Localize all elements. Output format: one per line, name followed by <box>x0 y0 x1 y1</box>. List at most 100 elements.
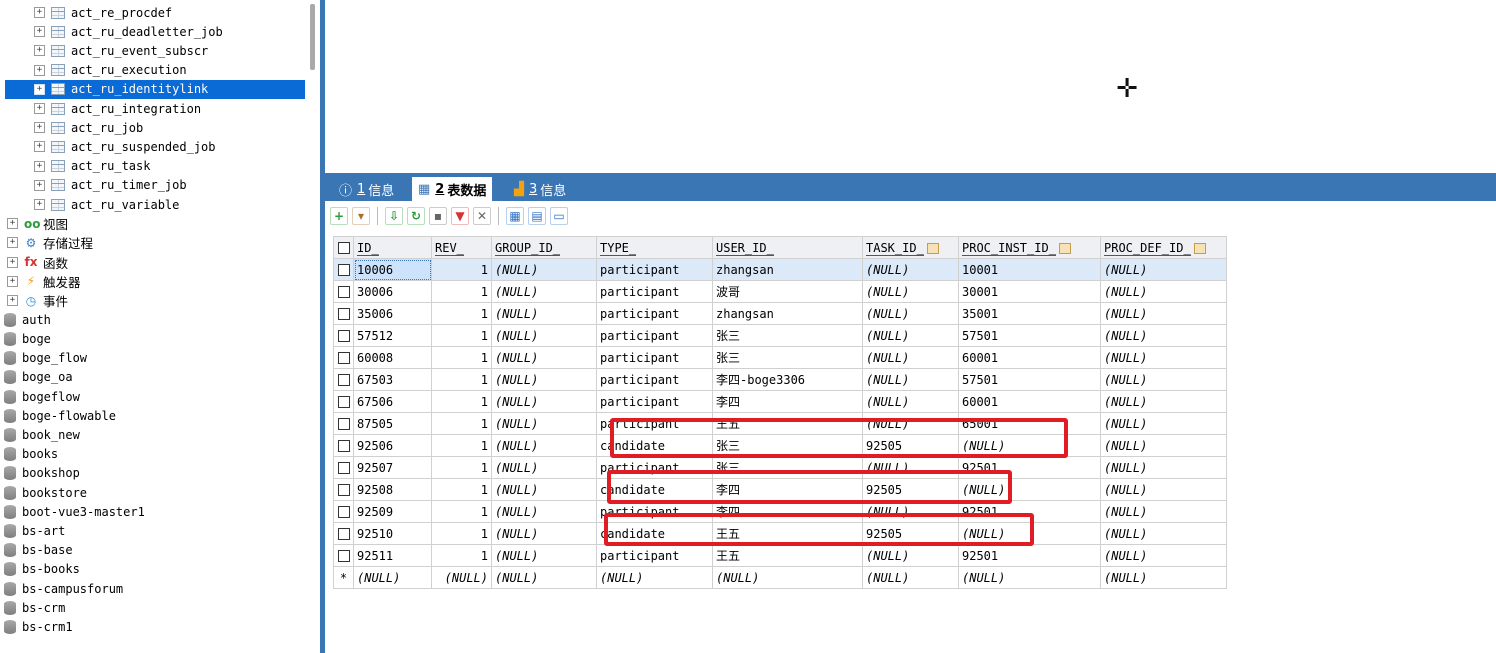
table-cell[interactable]: 92501 <box>958 500 1101 523</box>
table-cell[interactable]: participant <box>596 456 713 479</box>
table-cell[interactable]: 张三 <box>712 434 863 457</box>
table-cell[interactable]: 35001 <box>958 302 1101 325</box>
table-cell[interactable]: 35006 <box>353 302 432 325</box>
table-cell[interactable]: 王五 <box>712 544 863 567</box>
table-cell[interactable]: 1 <box>431 280 492 303</box>
table-cell[interactable]: (NULL) <box>1100 522 1227 545</box>
table-cell[interactable]: 1 <box>431 390 492 413</box>
table-cell[interactable]: participant <box>596 544 713 567</box>
column-header[interactable]: REV_ <box>431 236 492 259</box>
text-view-button[interactable]: ▭ <box>550 207 568 225</box>
table-cell[interactable]: 李四 <box>712 478 863 501</box>
table-cell[interactable]: 张三 <box>712 346 863 369</box>
table-cell[interactable]: 10006 <box>353 258 432 281</box>
table-cell[interactable]: (NULL) <box>862 280 959 303</box>
table-cell[interactable]: participant <box>596 258 713 281</box>
table-cell[interactable]: (NULL) <box>1100 434 1227 457</box>
navigator-database-item[interactable]: boge-flowable <box>4 406 116 425</box>
navigator-table-item[interactable]: + act_ru_deadletter_job <box>34 22 223 41</box>
table-cell[interactable]: (NULL) <box>958 478 1101 501</box>
table-cell[interactable]: zhangsan <box>712 302 863 325</box>
table-cell[interactable]: zhangsan <box>712 258 863 281</box>
navigator-database-item[interactable]: bs-crm1 <box>4 617 73 636</box>
row-checkbox[interactable] <box>333 346 354 369</box>
table-cell[interactable]: participant <box>596 500 713 523</box>
tab-1[interactable]: ⓘ 1 信息 <box>333 177 400 201</box>
column-header[interactable]: TASK_ID_ <box>862 236 959 259</box>
table-cell[interactable]: 王五 <box>712 522 863 545</box>
table-cell[interactable]: 92509 <box>353 500 432 523</box>
expand-icon[interactable]: + <box>34 179 45 191</box>
table-cell[interactable]: 92501 <box>958 544 1101 567</box>
table-cell[interactable]: 57501 <box>958 368 1101 391</box>
table-cell[interactable]: 30001 <box>958 280 1101 303</box>
table-cell[interactable]: (NULL) <box>862 368 959 391</box>
table-row[interactable]: 10006 1 (NULL) participant zhangsan (NULL) 100… <box>333 258 1227 281</box>
navigator-scrollbar[interactable] <box>310 4 315 70</box>
column-header[interactable]: GROUP_ID_ <box>491 236 597 259</box>
table-cell[interactable]: 张三 <box>712 324 863 347</box>
navigator-category-item[interactable]: + fx 函数 <box>7 253 68 272</box>
table-cell[interactable]: 60008 <box>353 346 432 369</box>
table-cell[interactable]: 92507 <box>353 456 432 479</box>
table-cell[interactable]: 1 <box>431 478 492 501</box>
row-checkbox[interactable] <box>333 390 354 413</box>
column-header[interactable]: ID_ <box>353 236 432 259</box>
table-cell[interactable]: 67503 <box>353 368 432 391</box>
refresh-button[interactable]: ↻ <box>407 207 425 225</box>
import-button[interactable]: ⇩ <box>385 207 403 225</box>
table-cell[interactable]: 92508 <box>353 478 432 501</box>
navigator-database-item[interactable]: auth <box>4 310 51 329</box>
expand-icon[interactable]: + <box>7 237 18 249</box>
navigator-database-item[interactable]: book_new <box>4 425 80 444</box>
table-cell[interactable]: 1 <box>431 258 492 281</box>
expand-icon[interactable]: + <box>7 256 18 268</box>
table-cell[interactable]: (NULL) <box>353 566 432 589</box>
navigator-table-item[interactable]: + act_ru_job <box>34 118 143 137</box>
table-row[interactable]: 92510 1 (NULL) candidate 王五 92505 (NULL) (NULL) <box>333 522 1227 545</box>
table-cell[interactable]: 1 <box>431 412 492 435</box>
table-cell[interactable]: 30006 <box>353 280 432 303</box>
table-cell[interactable]: 92505 <box>862 522 959 545</box>
grid-view-button[interactable]: ▦ <box>506 207 524 225</box>
table-cell[interactable]: participant <box>596 368 713 391</box>
row-checkbox[interactable] <box>333 500 354 523</box>
column-header[interactable]: PROC_DEF_ID_ <box>1100 236 1227 259</box>
table-cell[interactable]: (NULL) <box>1100 390 1227 413</box>
navigator-database-item[interactable]: bookshop <box>4 464 80 483</box>
table-row[interactable]: 92509 1 (NULL) participant 李四 (NULL) 92501 (NUL… <box>333 500 1227 523</box>
export-dropdown-button[interactable]: ▾ <box>352 207 370 225</box>
navigator-table-item[interactable]: + act_ru_execution <box>34 61 187 80</box>
table-cell[interactable]: participant <box>596 324 713 347</box>
table-cell[interactable]: (NULL) <box>1100 302 1227 325</box>
navigator-database-item[interactable]: boge <box>4 329 51 348</box>
row-checkbox[interactable] <box>333 456 354 479</box>
table-cell[interactable]: 92501 <box>958 456 1101 479</box>
table-cell[interactable]: (NULL) <box>862 500 959 523</box>
insert-row-button[interactable]: + <box>330 207 348 225</box>
table-cell[interactable]: (NULL) <box>491 368 597 391</box>
column-header[interactable]: TYPE_ <box>596 236 713 259</box>
expand-icon[interactable]: + <box>34 122 45 134</box>
table-row[interactable]: 87505 1 (NULL) participant 王五 (NULL) 65001 (NUL… <box>333 412 1227 435</box>
expand-icon[interactable]: + <box>34 83 45 95</box>
navigator-table-item[interactable]: + act_ru_identitylink <box>5 79 305 99</box>
table-cell[interactable]: (NULL) <box>958 566 1101 589</box>
table-cell[interactable]: (NULL) <box>862 346 959 369</box>
table-cell[interactable]: (NULL) <box>1100 566 1227 589</box>
table-cell[interactable]: (NULL) <box>491 346 597 369</box>
row-checkbox[interactable] <box>333 302 354 325</box>
tab-2[interactable]: ▦ 2 表数据 <box>412 177 493 201</box>
row-checkbox[interactable] <box>333 280 354 303</box>
table-cell[interactable]: participant <box>596 412 713 435</box>
table-cell[interactable]: 1 <box>431 500 492 523</box>
expand-icon[interactable]: + <box>34 7 45 18</box>
expand-icon[interactable]: + <box>34 141 45 153</box>
table-row[interactable]: 92508 1 (NULL) candidate 李四 92505 (NULL) (NULL) <box>333 478 1227 501</box>
row-checkbox[interactable] <box>333 522 354 545</box>
table-cell[interactable]: 92505 <box>862 434 959 457</box>
table-cell[interactable]: (NULL) <box>431 566 492 589</box>
table-cell[interactable]: (NULL) <box>862 258 959 281</box>
table-cell[interactable]: 李四 <box>712 390 863 413</box>
row-checkbox[interactable] <box>333 434 354 457</box>
